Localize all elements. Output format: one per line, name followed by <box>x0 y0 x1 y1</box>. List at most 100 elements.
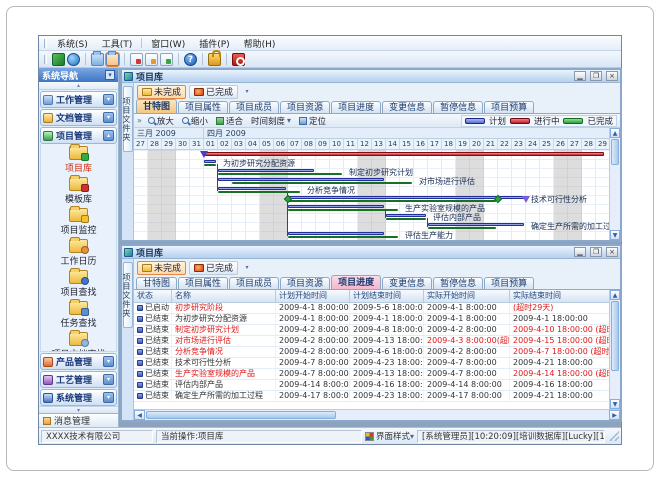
tab-变更信息[interactable]: 变更信息 <box>382 101 432 113</box>
sidebar-overflow-strip[interactable]: ▾ <box>39 406 118 413</box>
gantt-vertical-scrollbar[interactable]: ▲ ▼ <box>609 128 620 240</box>
unfinished-filter-button[interactable]: 未完成 <box>137 85 186 99</box>
time-scale-button[interactable]: 时间刻度▾ <box>249 115 293 127</box>
tab-项目成员[interactable]: 项目成员 <box>229 277 279 289</box>
exit-icon[interactable] <box>232 53 245 66</box>
scroll-thumb[interactable] <box>611 301 619 371</box>
plan-bar[interactable] <box>386 214 426 217</box>
chevron-down-icon[interactable]: ▾ <box>103 94 114 105</box>
column-header-5[interactable]: 实际结束时间 <box>510 290 610 303</box>
menu-tools[interactable]: 工具(T) <box>95 36 140 51</box>
sidebar-group-bottom-1[interactable]: 工艺管理▾ <box>40 371 117 388</box>
plan-bar[interactable] <box>218 169 314 172</box>
plan-bar[interactable] <box>288 205 384 208</box>
scroll-right-icon[interactable]: ▶ <box>609 410 620 420</box>
fit-button[interactable]: 适合 <box>214 115 245 127</box>
finished-filter-button[interactable]: 已完成 <box>189 261 238 275</box>
plan-bar[interactable] <box>218 187 286 190</box>
sidebar-group-1[interactable]: 文档管理▾ <box>40 109 117 126</box>
actual-bar[interactable] <box>232 182 412 184</box>
column-header-1[interactable]: 名称 <box>172 290 276 303</box>
table-row[interactable]: 已结束为初步研究分配资源2009-4-1 8:00:002009-4-1 18:… <box>134 314 620 325</box>
table-row[interactable]: 已结束确定生产所需的加工过程2009-4-17 8:00:002009-4-23… <box>134 391 620 402</box>
actual-bar[interactable] <box>288 236 398 238</box>
open-folder-icon[interactable] <box>106 53 119 66</box>
sidebar-item-2[interactable]: 项目监控 <box>41 208 116 236</box>
tab-项目预算[interactable]: 项目预算 <box>484 101 534 113</box>
tab-项目属性[interactable]: 项目属性 <box>178 277 228 289</box>
actual-bar[interactable] <box>288 200 496 202</box>
actual-bar[interactable] <box>386 218 426 220</box>
sidebar-item-4[interactable]: 项目查找 <box>41 270 116 298</box>
sidebar-tab-messages[interactable]: 消息管理 <box>39 413 118 427</box>
plan-bar[interactable] <box>428 223 524 226</box>
project-folder-vertical-tab[interactable]: 项目文件夹 <box>123 86 133 152</box>
column-header-3[interactable]: 计划结束时间 <box>350 290 424 303</box>
tab-项目进度[interactable]: 项目进度 <box>331 275 381 289</box>
report-green-icon[interactable] <box>160 53 173 66</box>
chevron-down-icon[interactable]: ▾ <box>103 374 114 385</box>
chevron-down-icon[interactable]: ▾ <box>103 112 114 123</box>
sidebar-group-0[interactable]: 工作管理▾ <box>40 91 117 108</box>
close-button[interactable]: × <box>606 247 618 257</box>
filter-overflow-icon[interactable]: ▾ <box>241 86 253 98</box>
browser-icon[interactable] <box>67 53 80 66</box>
sidebar-item-6[interactable]: 项目文档查找 <box>41 332 116 352</box>
sidebar-item-1[interactable]: 模板库 <box>41 177 116 205</box>
table-row[interactable]: 已结束制定初步研究计划2009-4-2 8:00:002009-4-8 18:0… <box>134 325 620 336</box>
actual-bar[interactable] <box>218 173 342 175</box>
table-row[interactable]: 已结束对市场进行评估2009-4-2 8:00:002009-4-13 18:0… <box>134 336 620 347</box>
tab-甘特图[interactable]: 甘特图 <box>136 277 177 289</box>
unfinished-filter-button[interactable]: 未完成 <box>137 261 186 275</box>
actual-bar[interactable] <box>428 227 496 229</box>
restore-button[interactable]: ❐ <box>590 247 602 257</box>
tab-甘特图[interactable]: 甘特图 <box>136 99 177 113</box>
summary-task-bar[interactable] <box>204 152 604 156</box>
finished-filter-button[interactable]: 已完成 <box>189 85 238 99</box>
menu-system[interactable]: 系统(S) <box>50 36 95 51</box>
scroll-thumb[interactable] <box>146 411 336 419</box>
table-vertical-scrollbar[interactable]: ▲ ▼ <box>609 290 620 409</box>
sidebar-group-project[interactable]: 项目管理▴ <box>40 127 117 144</box>
table-row[interactable]: 已结束分析竞争情况2009-4-2 8:00:002009-4-6 18:00:… <box>134 347 620 358</box>
tab-项目进度[interactable]: 项目进度 <box>331 101 381 113</box>
menu-help[interactable]: 帮助(H) <box>237 36 283 51</box>
tab-项目成员[interactable]: 项目成员 <box>229 101 279 113</box>
tab-项目资源[interactable]: 项目资源 <box>280 277 330 289</box>
table-row[interactable]: 已结束评估内部产品2009-4-14 8:00:002009-4-16 18:0… <box>134 380 620 391</box>
minimize-button[interactable]: ▁ <box>574 247 586 257</box>
filter-overflow-icon[interactable]: ▾ <box>241 262 253 274</box>
plan-bar[interactable] <box>218 178 384 181</box>
scroll-up-icon[interactable]: ▲ <box>610 290 620 300</box>
report-red-icon[interactable] <box>130 53 143 66</box>
menu-window[interactable]: 窗口(W) <box>144 36 192 51</box>
column-header-0[interactable]: 状态 <box>134 290 172 303</box>
scroll-thumb[interactable] <box>611 139 619 165</box>
project-folder-vertical-tab[interactable]: 项目文件夹 <box>123 262 133 328</box>
sidebar-collapse-strip[interactable]: ▴ <box>39 82 118 90</box>
folder-icon[interactable] <box>91 53 104 66</box>
chevron-up-icon[interactable]: ▴ <box>103 130 114 141</box>
scroll-up-icon[interactable]: ▲ <box>610 128 620 138</box>
network-icon[interactable] <box>52 53 65 66</box>
table-row[interactable]: 已启动初步研究阶段2009-4-1 8:00:002009-5-6 18:00:… <box>134 303 620 314</box>
locate-button[interactable]: 定位 <box>297 115 328 127</box>
tab-项目属性[interactable]: 项目属性 <box>178 101 228 113</box>
resize-grip[interactable] <box>609 431 619 441</box>
actual-bar[interactable] <box>218 191 300 193</box>
sidebar-group-bottom-0[interactable]: 产品管理▾ <box>40 353 117 370</box>
scroll-left-icon[interactable]: ◀ <box>134 410 145 420</box>
plan-bar[interactable] <box>288 232 384 235</box>
tab-变更信息[interactable]: 变更信息 <box>382 277 432 289</box>
close-button[interactable]: × <box>606 71 618 81</box>
lock-icon[interactable] <box>208 53 221 66</box>
scroll-down-icon[interactable]: ▼ <box>610 230 620 240</box>
toolbar-overflow-icon[interactable]: » <box>137 116 142 125</box>
help-icon[interactable]: ? <box>184 53 197 66</box>
actual-bar[interactable] <box>204 164 216 166</box>
menu-plugins[interactable]: 插件(P) <box>192 36 236 51</box>
report-orange-icon[interactable] <box>145 53 158 66</box>
sidebar-item-3[interactable]: 工作日历 <box>41 239 116 267</box>
chevron-down-icon[interactable]: ▾ <box>103 392 114 403</box>
tab-暂停信息[interactable]: 暂停信息 <box>433 277 483 289</box>
